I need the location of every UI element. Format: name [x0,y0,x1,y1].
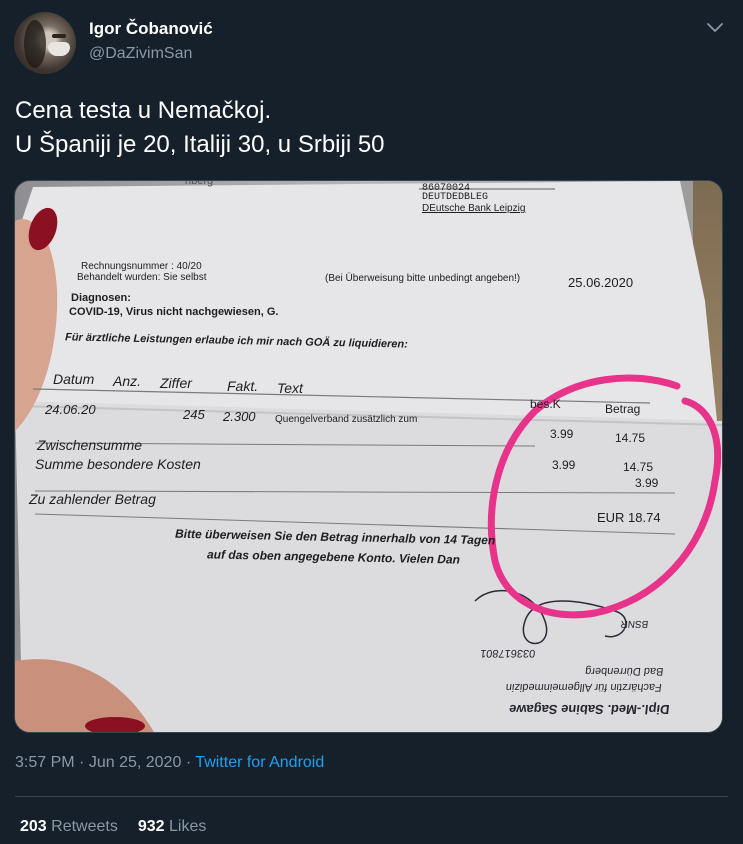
diagnosis-text: COVID-19, Virus nicht nachgewiesen, G. [69,306,279,318]
col-amount: Betrag [605,402,641,416]
chevron-down-icon[interactable] [703,16,727,40]
retweet-count: 203 [20,818,47,835]
row-date: 24.06.20 [45,402,96,417]
row-text: Quengelverband zusätzlich zum [275,414,418,425]
display-name[interactable]: Igor Čobanović [89,19,213,39]
likes-stat[interactable]: 932 Likes [138,818,207,835]
divider [15,796,728,797]
tweet-text-line-2: U Španiji je 20, Italiji 30, u Srbiji 50 [15,131,385,158]
bank-name: DEutsche Bank Leipzig [422,203,526,214]
stamp-place: Bad Dürrenberg [584,665,665,677]
invoice-top-fragment: nberg [185,180,214,187]
tweet-source-link[interactable]: Twitter for Android [195,754,324,771]
tweet-date[interactable]: Jun 25, 2020 [89,754,182,771]
meta-separator: · [79,754,85,771]
row-digit: 245 [183,407,205,422]
retweets-stat[interactable]: 203 Retweets [20,818,118,835]
stamp-name: Dipl.-Med. Sabine Sagawe [508,702,671,717]
row-special: 3.99 [550,427,574,441]
col-factor: Fakt. [227,378,259,394]
tweet-text: Cena testa u Nemačkoj. U Španiji je 20, … [15,94,715,162]
subtotal-label: Zwischensumme [37,437,143,453]
doctor-stamp: Dipl.-Med. Sabine Sagawe Fachärztin für … [418,591,692,721]
bank-bic: DEUTDEDBLEG [422,192,489,203]
tweet-card: Igor Čobanović @DaZivimSan Cena testa u … [0,0,743,844]
meta-separator-2: · [185,754,192,771]
treated-person: Behandelt wurden: Sie selbst [77,272,207,283]
total-amount: EUR 18.74 [597,510,661,525]
col-date: Datum [53,371,95,387]
special-costs-label: Summe besondere Kosten [35,456,201,472]
likes-label: Likes [169,818,207,835]
retweets-label: Retweets [51,818,118,835]
subtotal-value: 14.75 [623,460,654,474]
invoice-date: 25.06.2020 [568,275,634,290]
user-handle[interactable]: @DaZivimSan [89,45,192,63]
col-text: Text [277,380,303,396]
diagnosis-label: Diagnosen: [71,292,131,304]
invoice-number: Rechnungsnummer : 40/20 [81,261,202,272]
stamp-phone: 033617801 [479,647,536,659]
tweet-text-line-1: Cena testa u Nemačkoj. [15,97,272,124]
col-digit: Ziffer [160,375,192,391]
col-special: bes.K [530,397,561,411]
total-label: Zu zahlender Betrag [29,491,156,507]
col-count: Anz. [113,373,142,389]
special-costs-value: 3.99 [552,458,576,472]
tweet-stats: 203 Retweets 932 Likes [20,818,206,836]
avatar[interactable] [14,12,76,74]
row-factor: 2.300 [223,409,256,424]
tweet-time[interactable]: 3:57 PM [15,754,75,771]
transfer-note: (Bei Überweisung bitte unbedingt angeben… [325,273,521,284]
tweet-meta: 3:57 PM · Jun 25, 2020 · Twitter for And… [15,754,324,772]
tweet-photo[interactable]: nberg 86070024 DEUTDEDBLEG DEutsche Bank… [14,180,723,733]
row-amount: 14.75 [615,431,646,445]
special-value: 3.99 [635,476,659,490]
like-count: 932 [137,818,165,835]
stamp-bsnr: BSNR [620,618,649,629]
stamp-specialty: Fachärztin für Allgemeinmedizin [505,681,663,693]
